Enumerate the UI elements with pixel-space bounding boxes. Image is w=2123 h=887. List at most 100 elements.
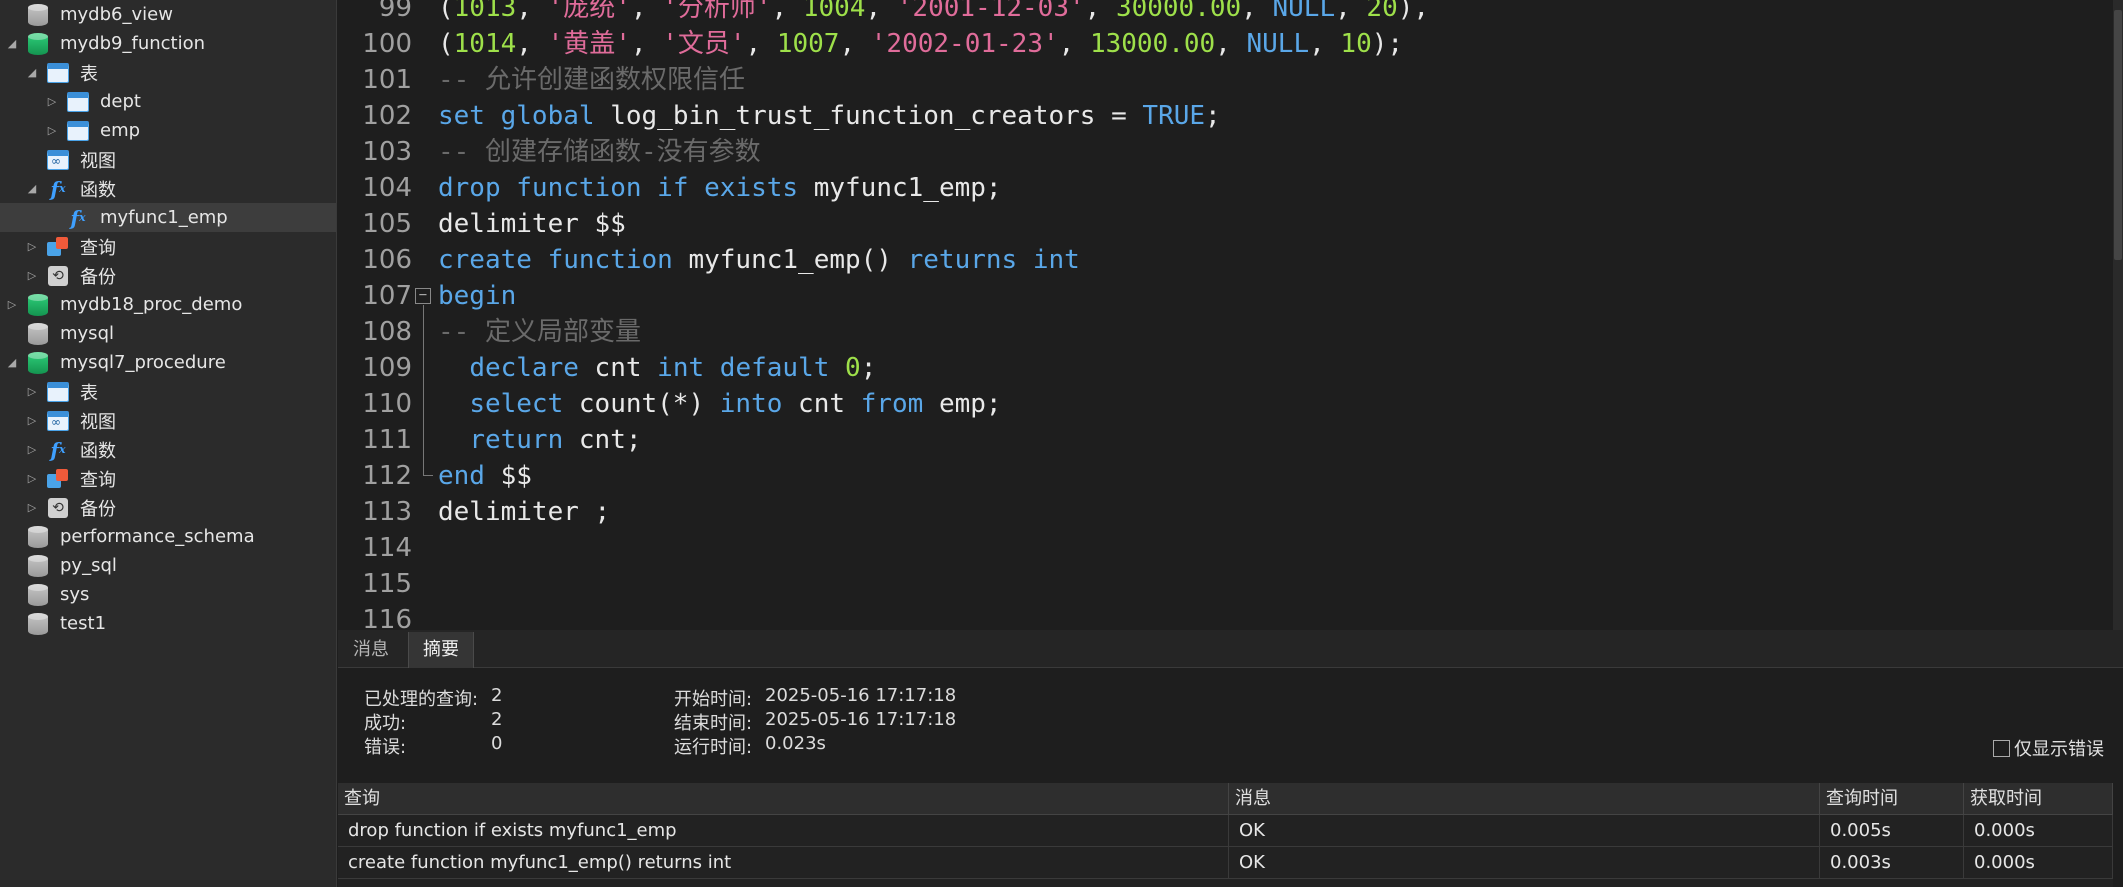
code-token-kw: begin — [438, 281, 517, 311]
code-token-kw: select — [469, 389, 564, 419]
errors-only-checkbox[interactable]: 仅显示错误 — [1993, 735, 2104, 761]
tree-db-mydb18-proc-demo[interactable]: ▷ mydb18_proc_demo — [0, 290, 336, 319]
cell-fetch-time: 0.000s — [1964, 815, 2113, 847]
tree-db-py-sql[interactable]: py_sql — [0, 551, 336, 580]
tree-table-dept[interactable]: ▷ dept — [0, 87, 336, 116]
tab-summary[interactable]: 摘要 — [408, 632, 474, 668]
line-number: 101 — [362, 65, 412, 95]
tree-db-sys[interactable]: sys — [0, 580, 336, 609]
backups-icon: ⟲ — [46, 496, 70, 520]
code-text[interactable]: (1014, '黄盖', '文员', 1007, '2002-01-23', 1… — [438, 26, 1403, 62]
tree-db-performance-schema[interactable]: performance_schema — [0, 522, 336, 551]
database-green-icon — [26, 32, 50, 56]
fold-collapse-icon[interactable]: − — [415, 288, 431, 304]
tree-queries-folder[interactable]: ▷ 查询 — [0, 464, 336, 493]
line-number: 105 — [362, 209, 412, 239]
database-grey-icon — [26, 322, 50, 346]
code-line-115: 115 — [338, 566, 2113, 602]
tree-db-mysql7-procedure[interactable]: ◢ mysql7_procedure — [0, 348, 336, 377]
collapsed-arrow-icon[interactable]: ▷ — [6, 298, 18, 311]
code-token-txt: ( — [438, 0, 454, 23]
code-text[interactable]: delimiter ; — [438, 494, 610, 530]
code-token-kw: create — [438, 245, 532, 275]
code-line-100: 100 (1014, '黄盖', '文员', 1007, '2002-01-23'… — [338, 26, 2113, 62]
sql-code-editor[interactable]: 99 (1013, '庞统', '分析师', 1004, '2001-12-03'… — [338, 0, 2113, 630]
code-text[interactable]: return cnt; — [438, 422, 641, 458]
code-token-num: 1007 — [776, 29, 840, 59]
code-line-109: 109 declare cnt int default 0; — [338, 350, 2113, 386]
line-number: 110 — [362, 389, 412, 419]
tree-table-emp[interactable]: ▷ emp — [0, 116, 336, 145]
checkbox-box[interactable] — [1993, 739, 2010, 757]
code-text[interactable]: -- 创建存储函数-没有参数 — [438, 134, 761, 170]
tree-db-test1[interactable]: test1 — [0, 609, 336, 638]
functions-icon: fx — [50, 176, 66, 201]
tree-db-mydb9-function[interactable]: ◢ mydb9_function — [0, 29, 336, 58]
column-header-message[interactable]: 消息 — [1229, 783, 1820, 815]
code-text[interactable]: create function myfunc1_emp() returns in… — [438, 242, 1080, 278]
code-text[interactable]: declare cnt int default 0; — [438, 350, 876, 386]
code-text[interactable]: set global log_bin_trust_function_creato… — [438, 98, 1221, 134]
function-icon: fx — [70, 205, 86, 230]
tree-label: mydb18_proc_demo — [60, 294, 243, 315]
code-token-txt: cnt — [578, 353, 658, 383]
code-token-kw: exists — [704, 173, 799, 203]
collapsed-arrow-icon[interactable]: ▷ — [26, 240, 38, 253]
column-header-query[interactable]: 查询 — [338, 783, 1229, 815]
tree-function-myfunc1-emp[interactable]: fx myfunc1_emp — [0, 203, 336, 232]
tree-views-folder[interactable]: ▷ 视图 — [0, 406, 336, 435]
tables-icon — [46, 61, 70, 85]
tree-queries-folder[interactable]: ▷ 查询 — [0, 232, 336, 261]
tree-backups-folder[interactable]: ▷ ⟲ 备份 — [0, 261, 336, 290]
line-number: 99 — [378, 0, 412, 23]
column-header-fetch-time[interactable]: 获取时间 — [1964, 783, 2113, 815]
code-text[interactable]: drop function if exists myfunc1_emp; — [438, 170, 1002, 206]
tree-tables-folder[interactable]: ▷ 表 — [0, 377, 336, 406]
code-text[interactable]: delimiter $$ — [438, 206, 626, 242]
code-token-txt: , — [516, 0, 548, 23]
collapsed-arrow-icon[interactable]: ▷ — [26, 385, 38, 398]
expanded-arrow-icon[interactable]: ◢ — [6, 356, 18, 369]
code-line-111: 111 return cnt; — [338, 422, 2113, 458]
database-grey-icon — [26, 583, 50, 607]
tree-views-folder[interactable]: 视图 — [0, 145, 336, 174]
code-text[interactable]: (1013, '庞统', '分析师', 1004, '2001-12-03', … — [438, 0, 1429, 26]
start-time-label: 开始时间: — [674, 689, 753, 710]
tab-messages[interactable]: 消息 — [338, 632, 404, 668]
expanded-arrow-icon[interactable]: ◢ — [6, 37, 18, 50]
code-text[interactable]: -- 允许创建函数权限信任 — [438, 62, 745, 98]
run-time-value: 0.023s — [765, 733, 826, 754]
tree-db-mysql[interactable]: mysql — [0, 319, 336, 348]
fold-guide-end — [423, 475, 433, 476]
fold-guide-line — [423, 305, 424, 475]
tree-backups-folder[interactable]: ▷ ⟲ 备份 — [0, 493, 336, 522]
line-number: 115 — [362, 569, 412, 599]
collapsed-arrow-icon[interactable]: ▷ — [26, 501, 38, 514]
code-text[interactable]: end $$ — [438, 458, 532, 494]
code-text[interactable]: begin — [438, 278, 516, 314]
collapsed-arrow-icon[interactable]: ▷ — [46, 124, 58, 137]
code-text[interactable]: select count(*) into cnt from emp; — [438, 386, 1001, 422]
collapsed-arrow-icon[interactable]: ▷ — [26, 443, 38, 456]
code-text[interactable]: -- 定义局部变量 — [438, 314, 641, 350]
editor-vertical-scrollbar[interactable] — [2113, 0, 2123, 630]
scrollbar-thumb[interactable] — [2114, 10, 2122, 260]
tree-label: mydb9_function — [60, 33, 206, 54]
collapsed-arrow-icon[interactable]: ▷ — [26, 414, 38, 427]
code-line-106: 106 create function myfunc1_emp() returns… — [338, 242, 2113, 278]
collapsed-arrow-icon[interactable]: ▷ — [26, 269, 38, 282]
collapsed-arrow-icon[interactable]: ▷ — [46, 95, 58, 108]
expanded-arrow-icon[interactable]: ◢ — [26, 182, 38, 195]
line-number: 113 — [362, 497, 412, 527]
tree-tables-folder[interactable]: ◢ 表 — [0, 58, 336, 87]
collapsed-arrow-icon[interactable]: ▷ — [26, 472, 38, 485]
tree-functions-folder[interactable]: ▷ fx 函数 — [0, 435, 336, 464]
expanded-arrow-icon[interactable]: ◢ — [26, 66, 38, 79]
column-header-query-time[interactable]: 查询时间 — [1820, 783, 1964, 815]
tree-db-mydb6-view[interactable]: mydb6_view — [0, 0, 336, 29]
cell-fetch-time: 0.000s — [1964, 847, 2113, 879]
tree-functions-folder[interactable]: ◢ fx 函数 — [0, 174, 336, 203]
code-token-kw: drop — [438, 173, 501, 203]
code-token-kw: int — [1032, 245, 1080, 275]
